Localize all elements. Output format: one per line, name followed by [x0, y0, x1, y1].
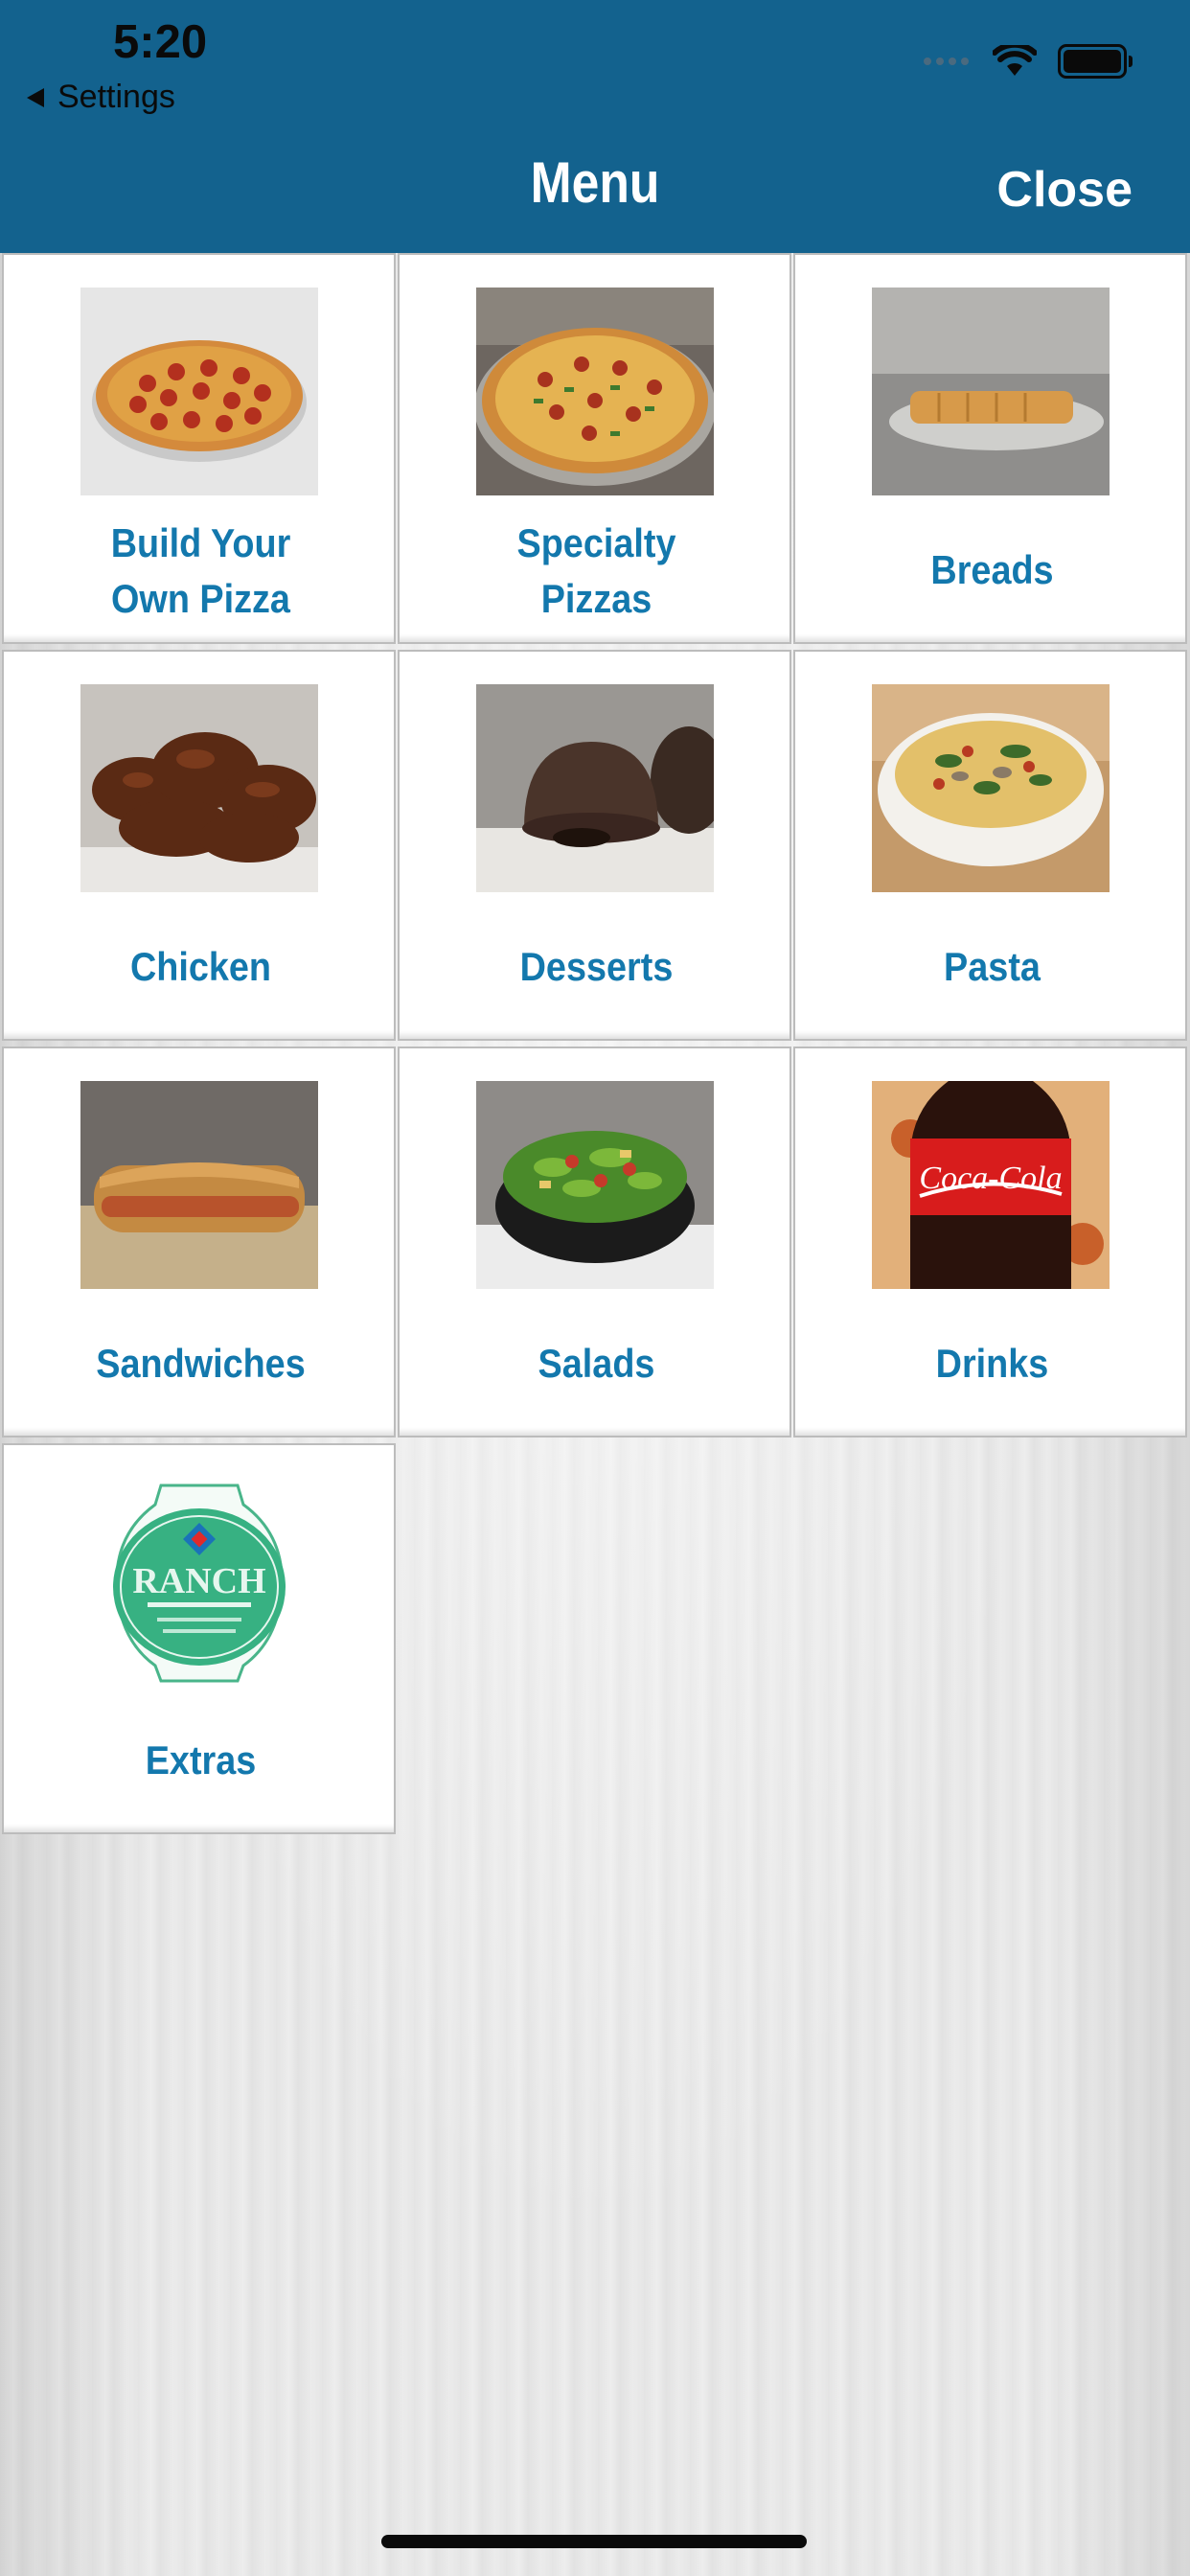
back-arrow-icon [27, 87, 44, 107]
menu-tile-label: Chicken [129, 944, 272, 989]
menu-tile-label: Drinks [935, 1341, 1049, 1386]
menu-tile-label: Specialty Pizzas [516, 520, 676, 621]
menu-tile-label: Breads [930, 547, 1054, 592]
menu-tile-drinks[interactable]: Coca-Cola Drinks [793, 1046, 1187, 1438]
bread-image [872, 288, 1110, 495]
page-title: Menu [530, 150, 660, 215]
battery-icon [1058, 44, 1133, 79]
ranch-cup-image: RANCH [80, 1478, 318, 1686]
sandwich-image [80, 1081, 318, 1289]
menu-tile-pasta[interactable]: Pasta [793, 650, 1187, 1041]
svg-text:RANCH: RANCH [132, 1561, 265, 1601]
soda-bottle-image: Coca-Cola [872, 1081, 1110, 1289]
menu-tile-chicken[interactable]: Chicken [2, 650, 396, 1041]
cellular-signal-icon [924, 58, 973, 65]
menu-tile-sandwiches[interactable]: Sandwiches [2, 1046, 396, 1438]
close-button[interactable]: Close [996, 161, 1133, 218]
salad-image [476, 1081, 714, 1289]
wifi-icon [993, 45, 1037, 76]
status-time: 5:20 [113, 16, 208, 68]
pasta-bowl-image [872, 684, 1110, 892]
menu-tile-build-your-own-pizza[interactable]: Build Your Own Pizza [2, 253, 396, 644]
status-indicators [924, 44, 1133, 79]
menu-tile-label: Build Your Own Pizza [110, 520, 291, 621]
pepperoni-pizza-image [80, 288, 318, 495]
menu-tile-label: Desserts [519, 944, 674, 989]
menu-tile-breads[interactable]: Breads [793, 253, 1187, 644]
menu-tile-extras[interactable]: RANCH Extras [2, 1443, 396, 1834]
menu-tile-label: Extras [145, 1737, 257, 1782]
menu-tile-label: Sandwiches [96, 1341, 306, 1386]
specialty-pizza-image [476, 288, 714, 495]
menu-tile-salads[interactable]: Salads [398, 1046, 791, 1438]
navigation-bar: 5:20 Settings Menu Close [0, 0, 1190, 253]
menu-tile-specialty-pizzas[interactable]: Specialty Pizzas [398, 253, 791, 644]
home-indicator[interactable] [381, 2535, 807, 2548]
menu-tile-desserts[interactable]: Desserts [398, 650, 791, 1041]
back-label: Settings [57, 79, 175, 115]
menu-tile-label: Salads [538, 1341, 655, 1386]
back-to-settings-link[interactable]: Settings [27, 79, 175, 116]
menu-tile-label: Pasta [944, 944, 1041, 989]
lava-cake-image [476, 684, 714, 892]
chicken-wings-image [80, 684, 318, 892]
svg-text:Coca-Cola: Coca-Cola [919, 1161, 1062, 1196]
